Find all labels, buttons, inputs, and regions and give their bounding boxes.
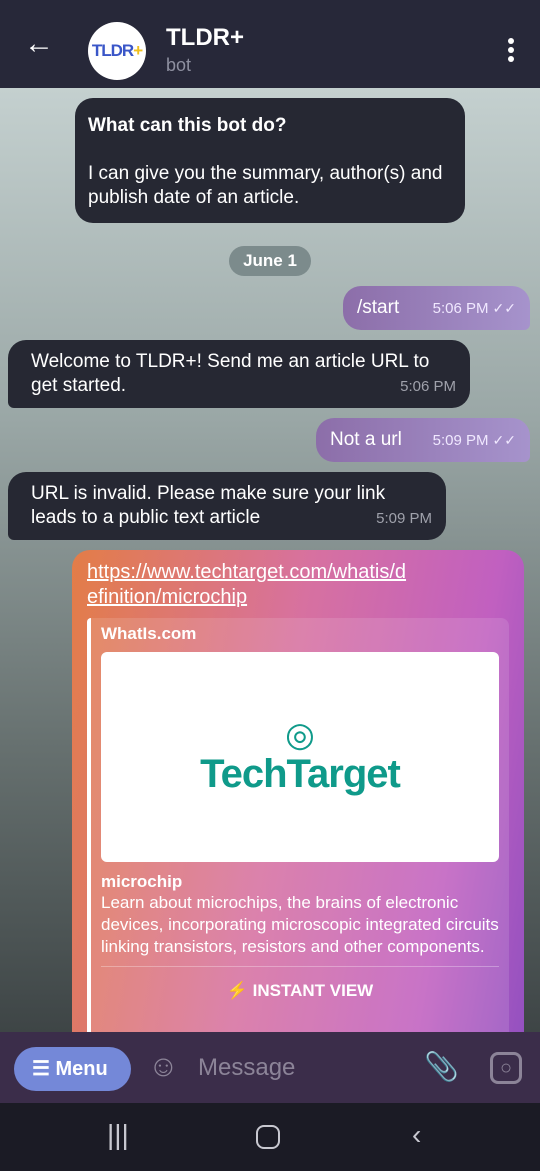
avatar-text: TLDR — [91, 41, 134, 60]
lightning-icon: ⚡ — [226, 981, 253, 1000]
preview-site-name: WhatIs.com — [101, 624, 197, 643]
techtarget-logo: TechTarget — [200, 751, 401, 796]
system-nav-bar: ||| ‹ — [0, 1103, 540, 1171]
message-time: 5:06 PM — [400, 378, 456, 395]
chat-subtitle: bot — [166, 55, 192, 75]
message-time: 5:09 PM — [432, 432, 489, 449]
link-message-bubble[interactable]: https://www.techtarget.com/whatis/defini… — [72, 550, 524, 1032]
message-text: URL is invalid. Please make sure your li… — [31, 483, 386, 528]
read-checks-icon: ✓✓ — [492, 432, 516, 448]
message-bubble[interactable]: Not a url 5:09 PM ✓✓ — [316, 418, 530, 462]
message-time: 5:09 PM — [376, 510, 432, 527]
eye-logo-icon: ◎ — [285, 715, 315, 754]
link-preview[interactable]: WhatIs.com ◎ TechTarget microchip Learn … — [87, 618, 509, 1032]
message-bubble[interactable]: URL is invalid. Please make sure your li… — [8, 472, 446, 540]
sticker-icon[interactable]: ☺ — [148, 1050, 179, 1084]
message-bubble[interactable]: /start 5:06 PM ✓✓ — [343, 286, 530, 330]
message-input[interactable]: Message — [198, 1054, 295, 1082]
bot-intro-card: What can this bot do? I can give you the… — [75, 98, 465, 223]
message-bubble[interactable]: Welcome to TLDR+! Send me an article URL… — [8, 340, 470, 408]
instant-view-label: INSTANT VIEW — [252, 981, 374, 1000]
home-icon[interactable] — [256, 1125, 280, 1149]
avatar-plus: + — [133, 41, 143, 60]
message-text: Not a url — [330, 429, 402, 450]
camera-icon[interactable]: ○ — [490, 1052, 522, 1084]
back-arrow-icon[interactable]: ← — [24, 29, 54, 59]
message-text: /start — [357, 297, 400, 318]
article-link[interactable]: https://www.techtarget.com/whatis/defini… — [87, 560, 417, 610]
date-badge: June 1 — [229, 246, 311, 276]
hamburger-icon: ☰ — [32, 1058, 56, 1080]
message-text: Welcome to TLDR+! Send me an article URL… — [31, 351, 430, 396]
intro-text: I can give you the summary, author(s) an… — [88, 163, 443, 208]
read-checks-icon: ✓✓ — [492, 300, 516, 316]
recent-apps-icon[interactable]: ||| — [107, 1119, 129, 1151]
chat-header: ← TLDR + TLDR+ bot — [0, 0, 540, 88]
more-options-icon[interactable] — [508, 38, 514, 65]
preview-description: Learn about microchips, the brains of el… — [101, 893, 499, 956]
chat-title[interactable]: TLDR+ — [166, 24, 244, 52]
back-nav-icon[interactable]: ‹ — [412, 1119, 421, 1151]
menu-label: Menu — [55, 1058, 108, 1080]
instant-view-button[interactable]: ⚡ INSTANT VIEW — [101, 966, 499, 1001]
preview-image[interactable]: ◎ TechTarget — [101, 652, 499, 862]
menu-button[interactable]: ☰ Menu — [14, 1047, 131, 1091]
avatar[interactable]: TLDR + — [88, 22, 146, 80]
message-time: 5:06 PM — [432, 300, 489, 317]
intro-title: What can this bot do? — [88, 115, 287, 136]
preview-title: microchip — [101, 872, 183, 891]
attach-paperclip-icon[interactable]: 📎 — [424, 1050, 459, 1083]
message-input-bar: ☰ Menu ☺ Message 📎 ○ — [0, 1032, 540, 1103]
